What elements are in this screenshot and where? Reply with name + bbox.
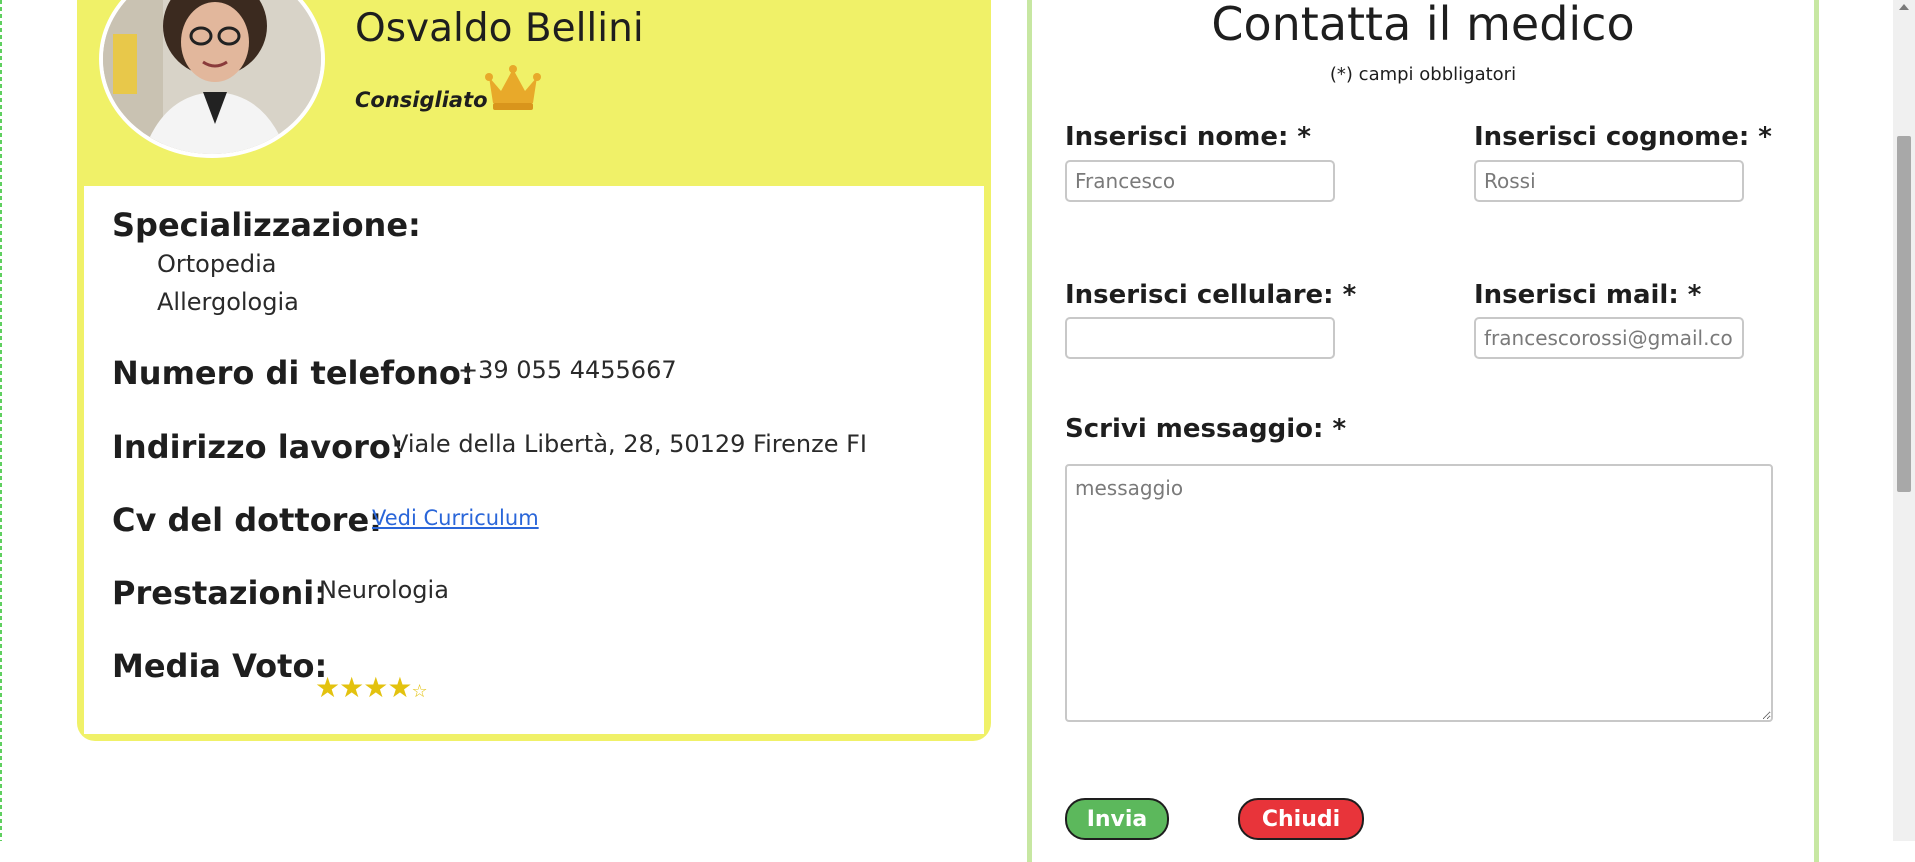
phone-label: Numero di telefono: <box>112 354 474 392</box>
last-name-input[interactable] <box>1474 160 1744 202</box>
crown-icon <box>485 65 541 110</box>
last-name-label: Inserisci cognome: * <box>1474 122 1772 152</box>
doctor-photo <box>103 0 321 154</box>
star-filled-icon: ★ <box>315 671 340 704</box>
services-value: Neurologia <box>319 576 449 604</box>
scroll-up-arrow-icon[interactable] <box>1899 4 1909 10</box>
star-filled-icon: ★ <box>363 671 388 704</box>
specialization-label: Specializzazione: <box>112 206 421 244</box>
star-filled-icon: ★ <box>339 671 364 704</box>
doctor-name: Osvaldo Bellini <box>355 6 644 51</box>
address-value: Viale della Libertà, 28, 50129 Firenze F… <box>392 430 867 458</box>
contact-form: Contatta il medico (*) campi obbligatori… <box>1027 0 1819 862</box>
scrollbar-thumb[interactable] <box>1897 136 1911 492</box>
phone-field-label: Inserisci cellulare: * <box>1065 280 1357 310</box>
close-button[interactable]: Chiudi <box>1238 798 1364 840</box>
required-note: (*) campi obbligatori <box>1329 64 1517 85</box>
phone-input[interactable] <box>1065 317 1335 359</box>
star-filled-icon: ★ <box>387 671 412 704</box>
first-name-input[interactable] <box>1065 160 1335 202</box>
scrollbar[interactable] <box>1893 0 1915 841</box>
doctor-card: Osvaldo Bellini Consigliato Specializzaz… <box>77 0 991 741</box>
message-textarea[interactable] <box>1065 464 1773 722</box>
send-button[interactable]: Invia <box>1065 798 1169 840</box>
email-input[interactable] <box>1474 317 1744 359</box>
doctor-details: Specializzazione: Ortopedia Allergologia… <box>84 186 984 734</box>
email-label: Inserisci mail: * <box>1474 280 1702 310</box>
page-left-border <box>0 0 2 841</box>
rating-stars: ★★★★☆ <box>315 671 428 704</box>
address-label: Indirizzo lavoro: <box>112 428 404 466</box>
phone-value: +39 055 4455667 <box>458 356 677 384</box>
recommended-badge: Consigliato <box>355 88 488 112</box>
cv-label: Cv del dottore: <box>112 501 382 539</box>
specialization-item: Allergologia <box>157 288 299 316</box>
cv-link[interactable]: Vedi Curriculum <box>372 506 539 530</box>
first-name-label: Inserisci nome: * <box>1065 122 1312 152</box>
form-title: Contatta il medico <box>1211 0 1635 51</box>
star-empty-icon: ☆ <box>411 681 427 702</box>
specialization-item: Ortopedia <box>157 250 277 278</box>
doctor-avatar <box>99 0 325 158</box>
services-label: Prestazioni: <box>112 574 327 612</box>
message-label: Scrivi messaggio: * <box>1065 414 1347 444</box>
rating-label: Media Voto: <box>112 647 328 685</box>
